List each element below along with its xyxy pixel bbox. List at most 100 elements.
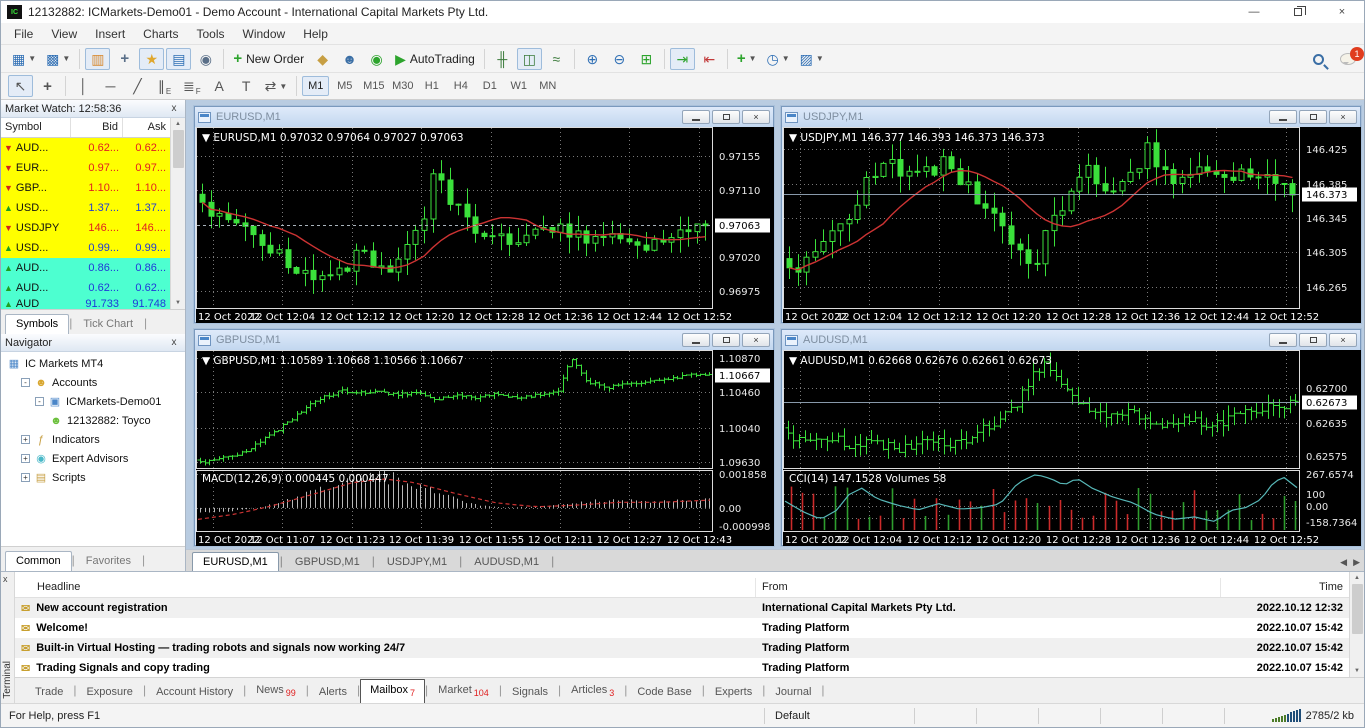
market-watch-row[interactable]: ▼USDJPY146....146.... [1,218,170,238]
market-watch-row[interactable]: ▲USD...0.99...0.99... [1,238,170,258]
navigator-tab-favorites[interactable]: Favorites [75,551,142,571]
timeframe-m15-button[interactable]: M15 [360,76,387,96]
market-watch-close-icon[interactable]: x [167,103,181,114]
mailbox-row[interactable]: ✉New account registrationInternational C… [15,598,1349,618]
bar-chart-button[interactable]: ╫ [490,48,515,70]
zoom-in-button[interactable]: ⊕ [580,48,605,70]
chart-restore-button[interactable] [712,110,740,124]
cursor-button[interactable]: ↖ [8,75,33,97]
profiles-button[interactable]: ▩▼ [42,48,74,70]
chart-restore-button[interactable] [1299,333,1327,347]
arrows-button[interactable]: ⇄▼ [261,75,292,97]
market-watch-row[interactable]: ▲AUD...0.86...0.86... [1,258,170,278]
terminal-tab-alerts[interactable]: Alerts [309,681,357,703]
navigator-tab-common[interactable]: Common [5,551,72,571]
timeframe-m1-button[interactable]: M1 [302,76,329,96]
chart-close-button[interactable]: × [742,333,770,347]
signals-button[interactable]: ◉ [364,48,389,70]
timeframe-w1-button[interactable]: W1 [505,76,532,96]
terminal-tab-account-history[interactable]: Account History [146,681,243,703]
tree-expander-icon[interactable]: - [21,378,30,387]
market-watch-row[interactable]: ▲USD...1.37...1.37... [1,198,170,218]
chart-tab-audusd-m1[interactable]: AUDUSD,M1 [463,552,550,571]
market-watch-tab-symbols[interactable]: Symbols [5,314,69,334]
chart-tab-gbpusd-m1[interactable]: GBPUSD,M1 [284,552,371,571]
chart-tab-eurusd-m1[interactable]: EURUSD,M1 [192,552,279,571]
window-restore-button[interactable] [1276,1,1320,23]
notifications-icon[interactable]: 1 [1340,53,1356,65]
market-watch-toggle-button[interactable]: ▥ [85,48,110,70]
chart-close-button[interactable]: × [1329,333,1357,347]
trendline-button[interactable]: ╱ [125,75,150,97]
text-button[interactable]: A [207,75,232,97]
navigator-item-scripts[interactable]: +▤Scripts [1,468,185,487]
terminal-tab-mailbox[interactable]: Mailbox7 [360,679,425,703]
candlestick-chart-button[interactable]: ◫ [517,48,542,70]
market-watch-row[interactable]: ▲AUD...0.62...0.62... [1,278,170,298]
terminal-tab-exposure[interactable]: Exposure [76,681,142,703]
strategy-tester-toggle-button[interactable]: ◉ [193,48,218,70]
terminal-tab-signals[interactable]: Signals [502,681,558,703]
chart-window-title-bar[interactable]: GBPUSD,M1× [195,330,773,350]
status-profile[interactable]: Default [764,708,914,724]
market-watch-tab-tick-chart[interactable]: Tick Chart [72,314,144,334]
autotrading-button[interactable]: ▶AutoTrading [391,48,479,70]
metaeditor-button[interactable]: ◆ [310,48,335,70]
timeframe-mn-button[interactable]: MN [534,76,561,96]
line-chart-button[interactable]: ≈ [544,48,569,70]
terminal-tab-code-base[interactable]: Code Base [627,681,701,703]
navigator-item-12132882-toyco[interactable]: ☻12132882: Toyco [1,411,185,430]
market-watch-row[interactable]: ▼GBP...1.10...1.10... [1,178,170,198]
navigator-item-indicators[interactable]: +ƒIndicators [1,430,185,449]
menu-view[interactable]: View [42,25,86,43]
search-icon[interactable] [1313,54,1324,65]
horizontal-line-button[interactable]: ─ [98,75,123,97]
mailbox-row[interactable]: ✉Trading Signals and copy tradingTrading… [15,658,1349,678]
templates-button[interactable]: ▨▼ [796,48,828,70]
vertical-line-button[interactable]: │ [71,75,96,97]
terminal-tab-articles[interactable]: Articles3 [561,679,624,703]
market-watch-scrollbar[interactable]: ▲▼ [170,118,185,309]
terminal-tab-journal[interactable]: Journal [765,681,821,703]
chart-close-button[interactable]: × [1329,110,1357,124]
mailbox-row[interactable]: ✉Built-in Virtual Hosting — trading robo… [15,638,1349,658]
timeframe-d1-button[interactable]: D1 [476,76,503,96]
chart-window-title-bar[interactable]: EURUSD,M1× [195,107,773,127]
data-window-toggle-button[interactable]: + [112,48,137,70]
terminal-tab-news[interactable]: News99 [246,679,306,703]
mailbox-scrollbar[interactable]: ▲▼ [1349,572,1364,677]
chart-minimize-button[interactable] [1269,110,1297,124]
fibonacci-button[interactable]: ≣F [179,75,205,97]
tree-expander-icon[interactable]: + [21,435,30,444]
timeframe-h1-button[interactable]: H1 [418,76,445,96]
chart-minimize-button[interactable] [682,110,710,124]
window-minimize-button[interactable]: — [1232,1,1276,23]
menu-charts[interactable]: Charts [134,25,187,43]
menu-file[interactable]: File [5,25,42,43]
chart-restore-button[interactable] [1299,110,1327,124]
navigator-item-accounts[interactable]: -☻Accounts [1,373,185,392]
chart-tabs-scroll-arrows[interactable]: ◀▶ [1340,557,1360,568]
market-watch-row[interactable]: ▼EUR...0.97...0.97... [1,158,170,178]
chart-minimize-button[interactable] [1269,333,1297,347]
community-button[interactable]: ☻ [337,48,362,70]
terminal-tab-market[interactable]: Market104 [428,679,499,703]
chart-canvas[interactable]: 12 Oct 202212 Oct 12:0412 Oct 12:1212 Oc… [783,127,1359,321]
menu-tools[interactable]: Tools [188,25,234,43]
menu-window[interactable]: Window [234,25,295,43]
indicators-button[interactable]: +▼ [733,48,761,70]
chart-restore-button[interactable] [712,333,740,347]
terminal-tab-experts[interactable]: Experts [705,681,762,703]
market-watch-row[interactable]: ▼AUD...0.62...0.62... [1,138,170,158]
chart-close-button[interactable]: × [742,110,770,124]
chart-canvas[interactable]: 12 Oct 202212 Oct 12:0412 Oct 12:1212 Oc… [196,127,772,321]
crosshair-button[interactable]: + [35,75,60,97]
auto-scroll-button[interactable]: ⇥ [670,48,695,70]
timeframe-m30-button[interactable]: M30 [389,76,416,96]
new-order-button[interactable]: +New Order [229,48,308,70]
terminal-tab-trade[interactable]: Trade [25,681,73,703]
market-watch-row[interactable]: ▲AUD91.73391.748 [1,298,170,309]
chart-tab-usdjpy-m1[interactable]: USDJPY,M1 [376,552,458,571]
menu-insert[interactable]: Insert [86,25,134,43]
tree-expander-icon[interactable]: - [35,397,44,406]
